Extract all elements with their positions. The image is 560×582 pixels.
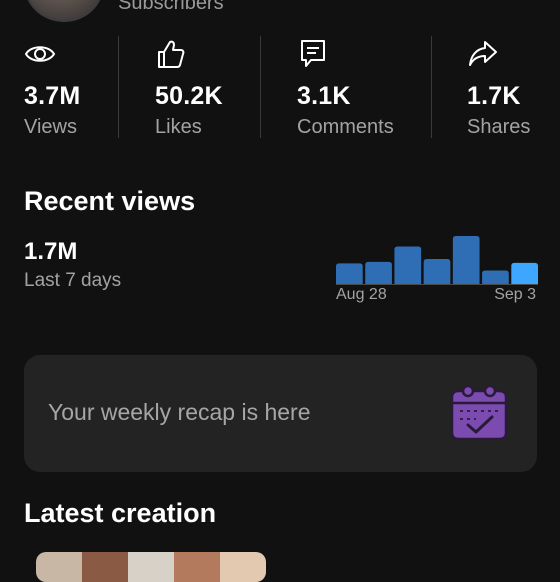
stat-views-label: Views: [24, 116, 77, 138]
bar-chart: [336, 236, 538, 284]
recap-text: Your weekly recap is here: [48, 399, 311, 425]
chart-bar: [394, 246, 422, 284]
stat-shares-value: 1.7K: [467, 82, 521, 110]
latest-creation-title: Latest creation: [24, 498, 217, 528]
chart-baseline: [336, 284, 538, 285]
subscribers-label: Subscribers: [118, 0, 224, 14]
chart-bar: [482, 270, 509, 284]
stat-shares-label: Shares: [467, 116, 531, 138]
chart-bar: [423, 259, 451, 284]
thumbs-up-icon: [158, 40, 185, 68]
recent-views-period: Last 7 days: [24, 270, 122, 291]
divider: [260, 36, 261, 138]
divider: [118, 36, 119, 138]
divider: [431, 36, 432, 138]
thumbnail-segment: [36, 552, 82, 582]
chart-bar: [452, 236, 480, 284]
thumbnail-segment: [174, 552, 220, 582]
share-icon: [469, 41, 497, 66]
recent-views-chart[interactable]: Aug 28 Sep 3: [336, 234, 538, 312]
chart-bar: [336, 263, 363, 284]
avatar[interactable]: [24, 0, 104, 22]
eye-icon: [24, 46, 56, 62]
recent-views-title: Recent views: [24, 186, 196, 216]
latest-creation-thumbnail[interactable]: [36, 552, 266, 582]
stat-likes-label: Likes: [155, 116, 202, 138]
thumbnail-segment: [220, 552, 266, 582]
stats-row: 3.7M Views 50.2K Likes 3.1K Comments 1.7…: [0, 34, 560, 142]
comment-icon: [301, 40, 325, 67]
chart-bar: [511, 262, 538, 284]
stat-comments-label: Comments: [297, 116, 394, 138]
calendar-check-icon: [450, 384, 508, 441]
thumbnail-segment: [128, 552, 174, 582]
thumbnail-segment: [82, 552, 128, 582]
chart-end-date: Sep 3: [494, 286, 536, 303]
stat-likes-value: 50.2K: [155, 82, 223, 110]
weekly-recap-card[interactable]: Your weekly recap is here: [24, 355, 537, 472]
recent-views-value: 1.7M: [24, 238, 78, 265]
chart-start-date: Aug 28: [336, 286, 387, 303]
chart-bar: [365, 261, 392, 284]
stat-views-value: 3.7M: [24, 82, 81, 110]
stat-comments-value: 3.1K: [297, 82, 351, 110]
